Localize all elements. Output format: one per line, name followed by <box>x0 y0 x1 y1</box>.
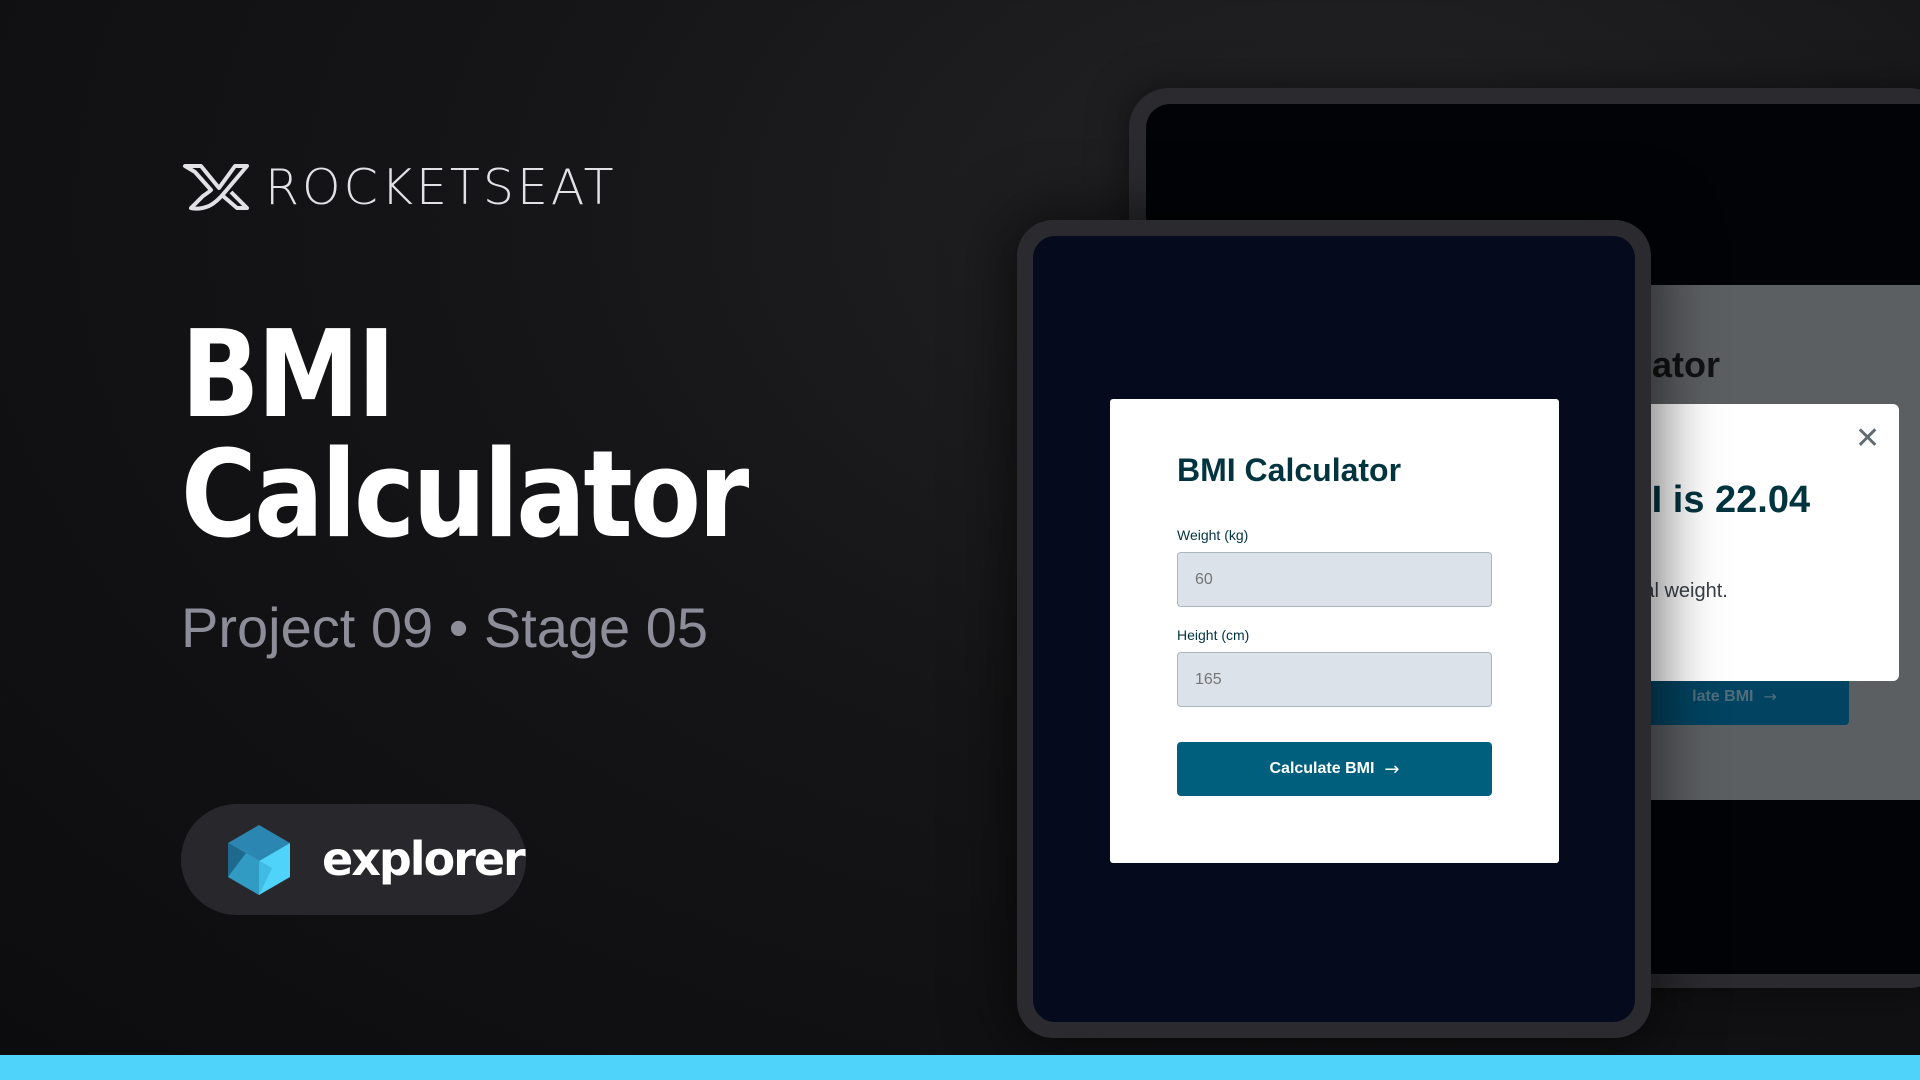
explorer-label: explorer <box>322 832 526 886</box>
title-line-1: BMI <box>181 306 396 445</box>
logo-wordmark: ROCKETSEAT <box>265 158 617 216</box>
calculate-bmi-button[interactable]: Calculate BMI → <box>1177 742 1492 796</box>
weight-input[interactable] <box>1177 552 1492 607</box>
project-subtitle: Project 09 • Stage 05 <box>181 596 709 659</box>
page-title: BMI Calculator <box>181 306 749 565</box>
rocketseat-logo: ROCKETSEAT <box>181 162 617 212</box>
back-button-label: late BMI <box>1692 687 1754 705</box>
accent-bottom-bar <box>0 1055 1920 1080</box>
arrow-right-icon: → <box>1763 687 1777 706</box>
weight-label: Weight (kg) <box>1177 527 1249 543</box>
calculate-button-label: Calculate BMI <box>1269 760 1375 777</box>
height-input[interactable] <box>1177 652 1492 707</box>
explorer-cube-icon <box>228 825 290 895</box>
rocketseat-logo-icon <box>183 164 249 211</box>
form-title: BMI Calculator <box>1177 452 1402 488</box>
arrow-right-icon: → <box>1384 758 1400 780</box>
close-icon[interactable]: ✕ <box>1855 424 1880 454</box>
title-line-2: Calculator <box>181 426 749 565</box>
explorer-badge: explorer <box>181 804 526 915</box>
height-label: Height (cm) <box>1177 627 1250 643</box>
